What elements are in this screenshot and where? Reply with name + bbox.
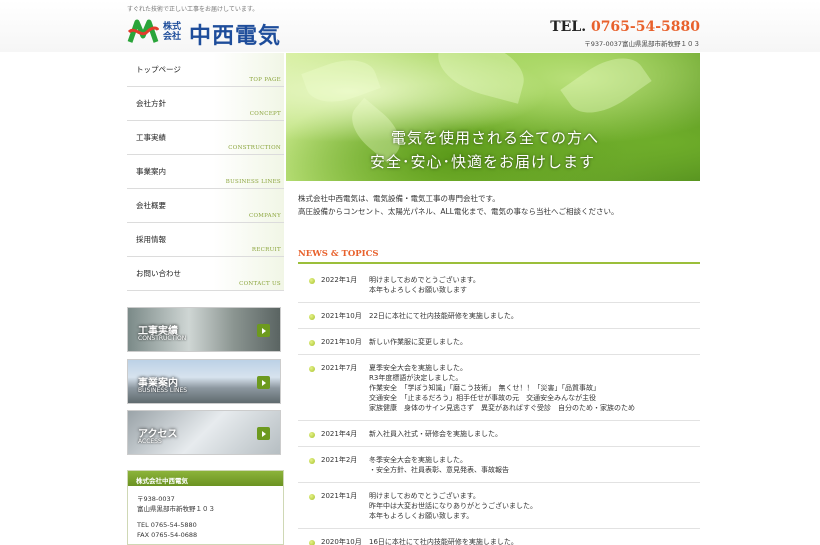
hero-image: 電気を使用される全ての方へ 安全･安心･快適をお届けします xyxy=(286,53,700,181)
sidebar-nav: トップページ TOP PAGE 会社方針 CONCEPT 工事実績 CONSTR… xyxy=(127,53,284,291)
leaf-shape xyxy=(431,53,531,104)
news-item: 2020年10月 16日に本社にて社内技能研修を実施しました。 xyxy=(298,529,700,545)
intro-text: 株式会社中西電気は、電気設備・電気工事の専門会社です。 高圧設備からコンセント、… xyxy=(298,192,698,218)
nav-item-sublabel: COMPANY xyxy=(248,213,281,219)
bullet-icon xyxy=(309,340,315,346)
banner-access[interactable]: アクセス ACCESS xyxy=(127,410,281,455)
nav-item-label: お問い合わせ xyxy=(136,269,181,278)
nav-item-company[interactable]: 会社概要 COMPANY xyxy=(127,189,284,223)
nav-item-label: 会社方針 xyxy=(136,99,166,108)
news-date: 2021年10月 xyxy=(321,312,362,320)
nav-item-recruit[interactable]: 採用情報 RECRUIT xyxy=(127,223,284,257)
banner-construction[interactable]: 工事実績 CONSTRUCTION xyxy=(127,307,281,352)
company-address: 富山県黒部市新牧野１０３ xyxy=(137,505,215,513)
news-divider xyxy=(298,262,700,264)
intro-line-1: 株式会社中西電気は、電気設備・電気工事の専門会社です。 xyxy=(298,194,500,203)
nav-item-sublabel: BUSINESS LINES xyxy=(225,179,281,185)
nav-item-label: 会社概要 xyxy=(136,201,166,210)
nav-item-label: トップページ xyxy=(136,65,181,74)
news-text: 明けましておめでとうございます。 本年もよろしくお願い致します xyxy=(369,276,480,294)
bullet-icon xyxy=(309,458,315,464)
nav-item-concept[interactable]: 会社方針 CONCEPT xyxy=(127,87,284,121)
arrow-right-icon xyxy=(257,427,270,440)
news-item: 2021年2月 冬季安全大会を実施しました。 ・安全方針、社員表彰、意見発表、事… xyxy=(298,447,700,483)
news-date: 2021年10月 xyxy=(321,338,362,346)
news-text: 明けましておめでとうございます。 昨年中は大変お世話になりありがとうございました… xyxy=(369,492,537,520)
news-text: 新入社員入社式・研修会を実施しました。 xyxy=(369,430,502,438)
company-tel: TEL 0765-54-5880 xyxy=(137,521,197,529)
news-item: 2021年10月 新しい作業服に変更しました。 xyxy=(298,329,700,355)
nav-item-sublabel: TOP PAGE xyxy=(249,77,281,83)
news-text: 新しい作業服に変更しました。 xyxy=(369,338,467,346)
hero-line-2: 安全･安心･快適をお届けします xyxy=(370,153,596,171)
banner-sublabel: CONSTRUCTION xyxy=(138,335,187,342)
header-tagline: すぐれた技術で正しい工事をお届けしています。 xyxy=(127,6,259,13)
tel-label: TEL. xyxy=(550,19,587,35)
company-postal: 〒938-0037 xyxy=(137,495,175,503)
nav-item-sublabel: CONSTRUCTION xyxy=(228,145,281,151)
logo-mark-icon xyxy=(127,19,159,43)
banner-sublabel: BUSINESS LINES xyxy=(138,387,188,394)
news-item: 2021年7月 夏季安全大会を実施しました。 R3年度標語が決定しました。 作業… xyxy=(298,355,700,421)
nav-item-sublabel: RECRUIT xyxy=(251,247,281,253)
nav-item-top[interactable]: トップページ TOP PAGE xyxy=(127,53,284,87)
nav-item-sublabel: CONCEPT xyxy=(249,111,281,117)
hero-line-1: 電気を使用される全ての方へ xyxy=(391,129,600,147)
bullet-icon xyxy=(309,366,315,372)
tel-number: 0765-54-5880 xyxy=(590,19,700,35)
bullet-icon xyxy=(309,432,315,438)
news-date: 2022年1月 xyxy=(321,276,358,284)
nav-item-label: 工事実績 xyxy=(136,133,166,142)
bullet-icon xyxy=(309,278,315,284)
news-date: 2020年10月 xyxy=(321,538,362,545)
news-text: 22日に本社にて社内技能研修を実施しました。 xyxy=(369,312,518,320)
banner-sublabel: ACCESS xyxy=(138,438,162,445)
nav-item-label: 採用情報 xyxy=(136,235,166,244)
news-item: 2021年10月 22日に本社にて社内技能研修を実施しました。 xyxy=(298,303,700,329)
news-item: 2021年4月 新入社員入社式・研修会を実施しました。 xyxy=(298,421,700,447)
news-text: 冬季安全大会を実施しました。 ・安全方針、社員表彰、意見発表、事故報告 xyxy=(369,456,509,474)
nav-item-contact[interactable]: お問い合わせ CONTACT US xyxy=(127,257,284,291)
leaf-shape xyxy=(560,53,652,127)
header-address: 〒937-0037富山県黒部市新牧野１０３ xyxy=(584,40,700,48)
arrow-right-icon xyxy=(257,376,270,389)
news-text: 16日に本社にて社内技能研修を実施しました。 xyxy=(369,538,518,545)
nav-item-sublabel: CONTACT US xyxy=(239,281,281,287)
bullet-icon xyxy=(309,540,315,545)
news-date: 2021年2月 xyxy=(321,456,358,464)
news-text: 夏季安全大会を実施しました。 R3年度標語が決定しました。 作業安全 「学ぼう知… xyxy=(369,364,635,412)
company-info-box: 株式会社中西電気 〒938-0037 富山県黒部市新牧野１０３ TEL 0765… xyxy=(127,470,284,545)
news-list: 2022年1月 明けましておめでとうございます。 本年もよろしくお願い致します … xyxy=(298,267,700,545)
nav-item-construction[interactable]: 工事実績 CONSTRUCTION xyxy=(127,121,284,155)
bullet-icon xyxy=(309,314,315,320)
bullet-icon xyxy=(309,494,315,500)
company-fax: FAX 0765-54-0688 xyxy=(137,531,198,539)
news-item: 2022年1月 明けましておめでとうございます。 本年もよろしくお願い致します xyxy=(298,267,700,303)
company-info-title: 株式会社中西電気 xyxy=(128,471,283,486)
nav-item-business[interactable]: 事業案内 BUSINESS LINES xyxy=(127,155,284,189)
news-date: 2021年7月 xyxy=(321,364,358,372)
logo-prefix: 株式会社 xyxy=(163,22,182,42)
arrow-right-icon xyxy=(257,324,270,337)
header-phone: TEL. 0765-54-5880 xyxy=(550,19,700,35)
intro-line-2: 高圧設備からコンセント、太陽光パネル、ALL電化まで、電気の事なら当社へご相談く… xyxy=(298,207,619,216)
banner-business[interactable]: 事業案内 BUSINESS LINES xyxy=(127,359,281,404)
news-date: 2021年1月 xyxy=(321,492,358,500)
news-heading: NEWS & TOPICS xyxy=(298,249,379,259)
news-date: 2021年4月 xyxy=(321,430,358,438)
news-item: 2021年1月 明けましておめでとうございます。 昨年中は大変お世話になりありが… xyxy=(298,483,700,529)
logo-name: 中西電気 xyxy=(189,24,282,49)
nav-item-label: 事業案内 xyxy=(136,167,166,176)
company-logo[interactable]: 株式会社 中西電気 xyxy=(127,16,297,49)
